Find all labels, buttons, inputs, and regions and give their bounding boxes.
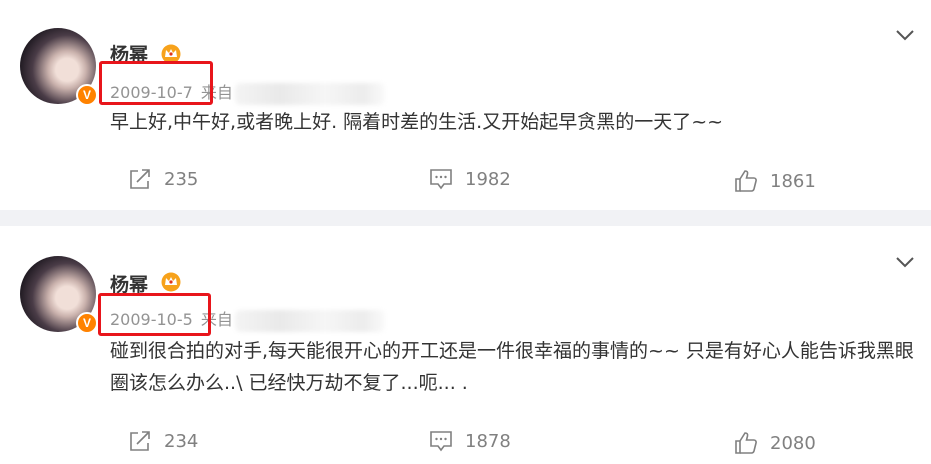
comment-count: 1878	[465, 430, 511, 452]
like-icon	[735, 170, 757, 192]
post-separator	[0, 210, 931, 226]
like-button[interactable]: 2080	[734, 431, 816, 455]
like-count: 2080	[770, 432, 816, 454]
date-highlight-box	[99, 61, 213, 105]
chevron-down-icon[interactable]	[895, 28, 915, 42]
like-button[interactable]: 1861	[734, 169, 816, 193]
verified-badge-icon: V	[76, 84, 98, 106]
weibo-post: V 杨幂 2009-10-5 来自 碰到很合拍的对手,每天能很开心的开工还是一件很…	[0, 226, 931, 464]
repost-button[interactable]: 235	[128, 167, 198, 191]
comment-count: 1982	[465, 168, 511, 190]
blurred-source	[234, 309, 385, 332]
repost-count: 235	[164, 168, 199, 190]
date-highlight-box	[98, 293, 211, 336]
avatar[interactable]: V	[20, 28, 98, 106]
comment-icon	[430, 431, 452, 452]
blurred-source	[234, 82, 385, 105]
post-text: 早上好,中午好,或者晚上好. 隔着时差的生活.又开始起早贪黑的一天了~~	[110, 111, 724, 133]
repost-count: 234	[164, 430, 199, 452]
post-actions: 234 1878 2080	[0, 429, 931, 459]
avatar[interactable]: V	[20, 256, 98, 334]
repost-icon	[130, 431, 150, 451]
post-actions: 235 1982 1861	[0, 167, 931, 197]
like-count: 1861	[770, 170, 816, 192]
repost-icon	[130, 169, 150, 189]
crown-icon	[161, 272, 181, 292]
comment-icon	[430, 169, 452, 190]
post-text: 碰到很合拍的对手,每天能很开心的开工还是一件很幸福的事情的~~ 只是有好心人能告…	[110, 340, 914, 394]
repost-button[interactable]: 234	[128, 429, 198, 453]
verified-badge-icon: V	[76, 312, 98, 334]
chevron-down-icon[interactable]	[895, 255, 915, 269]
like-icon	[735, 432, 757, 454]
weibo-post: V 杨幂 2009-10-7 来自 早上好,中午好,或者晚上好. 隔着时差的生活.…	[0, 0, 931, 210]
comment-button[interactable]: 1878	[429, 429, 511, 453]
comment-button[interactable]: 1982	[429, 167, 511, 191]
